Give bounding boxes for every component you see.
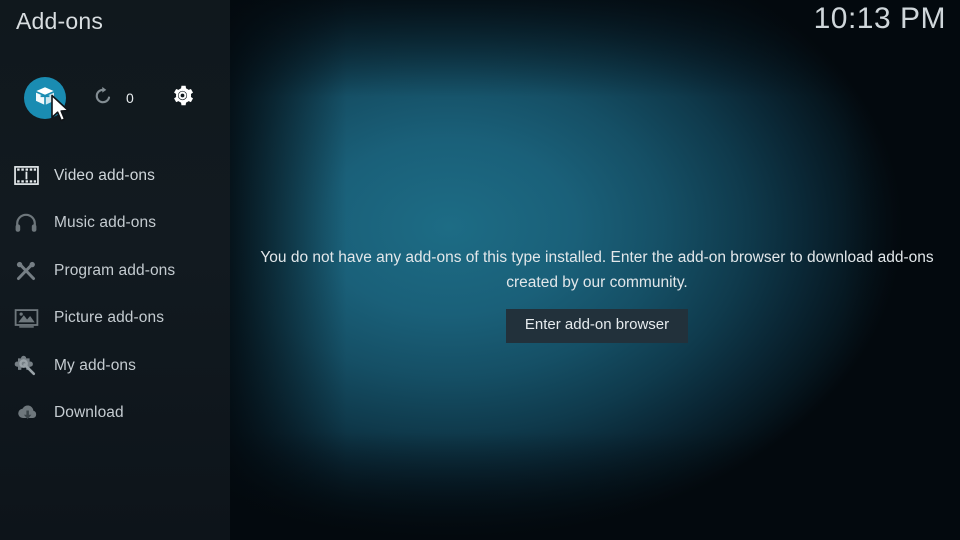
sidebar-item-label: Download [54,404,124,422]
sidebar-item-label: Video add-ons [54,166,155,184]
empty-state-message: You do not have any add-ons of this type… [260,249,934,291]
sidebar-item-video-addons[interactable]: Video add-ons [0,152,230,200]
refresh-updates-button[interactable]: 0 [92,76,134,120]
sidebar-item-label: Program add-ons [54,261,176,279]
sidebar-item-label: Music add-ons [54,214,157,232]
sidebar-item-picture-addons[interactable]: Picture add-ons [0,295,230,343]
addon-browser-badge [24,77,66,119]
package-box-icon [33,84,57,113]
sidebar-item-music-addons[interactable]: Music add-ons [0,200,230,248]
sidebar-toolbar: 0 [0,76,230,120]
settings-button[interactable] [170,76,195,120]
photo-frame-icon [9,304,43,332]
updates-count: 0 [126,90,134,106]
clock: 10:13 PM [813,2,946,35]
enter-addon-browser-button[interactable]: Enter add-on browser [505,309,689,343]
crossed-tools-icon [9,257,43,285]
sidebar-item-my-addons[interactable]: My add-ons [0,342,230,390]
sidebar-item-program-addons[interactable]: Program add-ons [0,247,230,295]
sidebar-item-label: Picture add-ons [54,309,165,327]
headphones-icon [9,209,43,237]
sidebar-item-download[interactable]: Download [0,390,230,438]
empty-state-panel: You do not have any add-ons of this type… [247,245,947,343]
kodi-addons-screen: Add-ons 10:13 PM 0 Video add-ons Music a… [0,0,960,540]
gear-icon [170,83,195,113]
addon-browser-button[interactable] [24,76,66,120]
film-strip-icon [9,162,43,190]
refresh-icon [92,85,114,112]
page-title: Add-ons [16,8,104,34]
sidebar-menu: Video add-ons Music add-ons Program add-… [0,152,230,437]
cloud-download-icon [9,399,43,427]
sidebar-item-label: My add-ons [54,356,136,374]
puzzle-wrench-icon [9,352,43,380]
